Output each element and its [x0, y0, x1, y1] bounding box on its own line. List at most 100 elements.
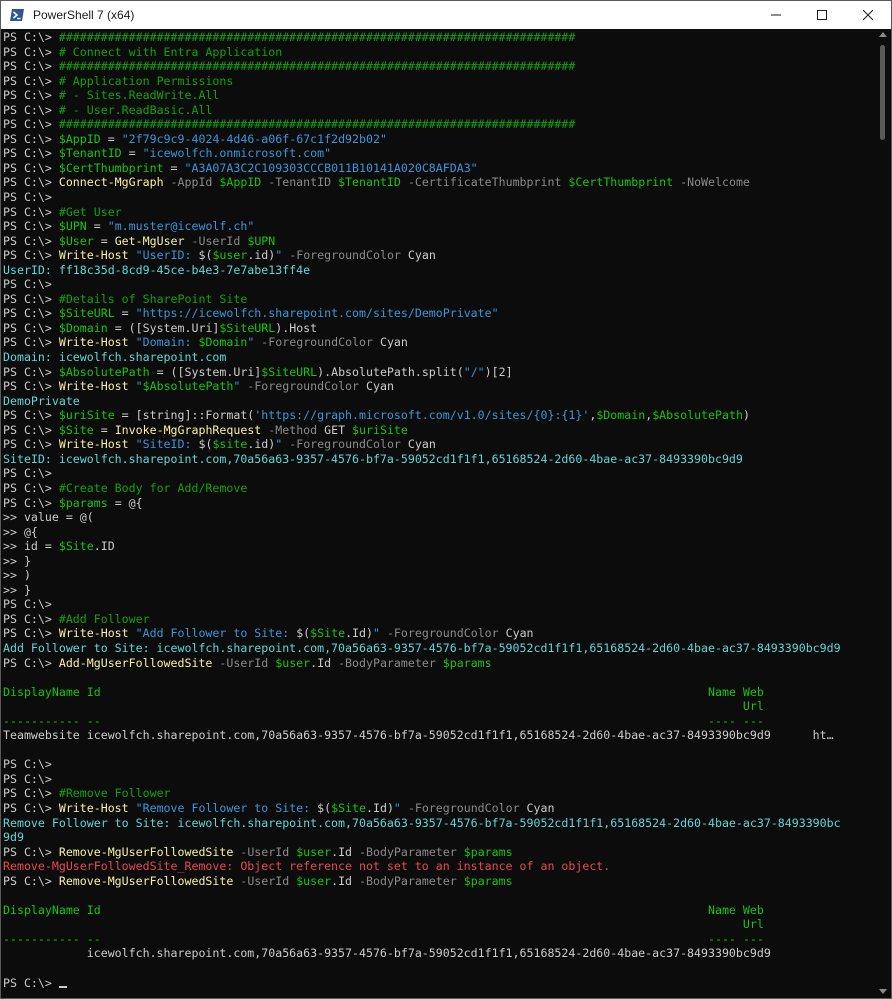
terminal-output[interactable]: PS C:\> ################################…: [1, 30, 876, 998]
terminal-line: 9d9: [3, 830, 876, 845]
terminal-token: #Add Follower: [58, 611, 150, 626]
terminal-token: PS C:\>: [3, 160, 59, 175]
terminal-token: PS C:\>: [3, 975, 59, 990]
terminal-line: DemoPrivate: [3, 394, 876, 409]
terminal-token: -CertificateThumbprint: [400, 175, 569, 190]
terminal-token: Connect-MgGraph: [58, 175, 164, 190]
terminal-token: $user: [296, 873, 332, 888]
terminal-token: PS C:\>: [3, 204, 59, 219]
terminal-token: PS C:\>: [3, 626, 59, 641]
terminal-line: PS C:\> # Application Permissions: [3, 74, 876, 89]
terminal-token: DisplayName Id Name Web: [3, 684, 764, 699]
terminal-token: $AbsolutePath: [58, 364, 150, 379]
terminal-token: Cyan: [526, 800, 555, 815]
terminal-token: =: [114, 306, 136, 321]
vertical-scrollbar[interactable]: [876, 30, 889, 998]
terminal-token: PS C:\>: [3, 786, 59, 801]
terminal-token: =: [93, 422, 115, 437]
terminal-token: PS C:\>: [3, 800, 59, 815]
scroll-up-arrow-icon[interactable]: [879, 32, 887, 37]
terminal-line: PS C:\> Write-Host "Add Follower to Site…: [3, 626, 876, 641]
terminal-token: # - Sites.ReadWrite.All: [58, 88, 220, 103]
terminal-token: PS C:\>: [3, 771, 52, 786]
terminal-token: .Id: [331, 844, 353, 859]
terminal-token: $params: [463, 844, 513, 859]
terminal-token: Write-Host: [58, 626, 129, 641]
terminal-token: ": [128, 379, 143, 394]
terminal-token: PS C:\>: [3, 437, 59, 452]
terminal-token: PS C:\>: [3, 408, 59, 423]
terminal-token: Write-Host: [58, 248, 129, 263]
terminal-token: .Id): [366, 800, 394, 815]
terminal-token: $User: [58, 233, 94, 248]
terminal-token: Cyan: [379, 335, 408, 350]
terminal-token: PS C:\>: [3, 248, 59, 263]
terminal-line: PS C:\> Write-Host "Domain: $Domain" -Fo…: [3, 335, 876, 350]
terminal-line: PS C:\>: [3, 190, 876, 205]
terminal-token: $user: [275, 655, 311, 670]
close-button[interactable]: [845, 1, 891, 29]
terminal-token: $UPN: [247, 233, 276, 248]
terminal-line: PS C:\> Write-Host "UserID: $($user.id)"…: [3, 248, 876, 263]
title-bar[interactable]: PowerShell 7 (x64): [1, 1, 891, 29]
terminal-token: $CertThumbprint: [58, 160, 164, 175]
terminal-line: Url: [3, 917, 876, 932]
terminal-token: PS C:\>: [3, 873, 59, 888]
terminal-line: PS C:\> $Domain = ([System.Uri]$SiteURL)…: [3, 321, 876, 336]
terminal-token: GET: [324, 422, 353, 437]
terminal-token: )[2]: [484, 364, 513, 379]
terminal-token: = [string]::Format(: [114, 408, 255, 423]
terminal-line: >> value = @(: [3, 510, 876, 525]
terminal-token: PS C:\>: [3, 335, 59, 350]
terminal-token: ----------- -- ---- ---: [3, 713, 764, 728]
terminal-token: $Site: [58, 422, 94, 437]
terminal-token: $UPN: [58, 219, 87, 234]
terminal-token: Invoke-MgGraphRequest: [114, 422, 262, 437]
terminal-token: ########################################…: [58, 117, 576, 132]
terminal-token: $Site: [58, 539, 94, 554]
terminal-line: >> id = $Site.ID: [3, 539, 876, 554]
scroll-down-arrow-icon[interactable]: [879, 989, 887, 994]
terminal-token: $(: [198, 437, 213, 452]
terminal-token: -ForegroundColor: [379, 626, 506, 641]
terminal-token: Add Follower to Site: icewolfch.sharepoi…: [3, 640, 841, 655]
terminal-token: icewolfch.sharepoint.com,70a56a63-9357-4…: [3, 946, 771, 961]
terminal-token: $params: [442, 655, 492, 670]
terminal-token: PS C:\>: [3, 219, 59, 234]
terminal-token: -UserId: [212, 655, 276, 670]
terminal-token: $Domain: [198, 335, 248, 350]
terminal-line: PS C:\> Add-MgUserFollowedSite -UserId $…: [3, 656, 876, 671]
terminal-token: "UserID:: [128, 248, 199, 263]
powershell-window: PowerShell 7 (x64) PS C:\> #############…: [0, 0, 892, 999]
terminal-line: UserID: ff18c35d-8cd9-45ce-b4e3-7e7abe13…: [3, 263, 876, 278]
terminal-token: $params: [463, 873, 513, 888]
terminal-token: Write-Host: [58, 437, 129, 452]
terminal-token: PS C:\>: [3, 59, 59, 74]
terminal-line: Domain: icewolfch.sharepoint.com: [3, 350, 876, 365]
window-title: PowerShell 7 (x64): [33, 8, 135, 22]
terminal-line: Add Follower to Site: icewolfch.sharepoi…: [3, 641, 876, 656]
terminal-line: >> }: [3, 554, 876, 569]
terminal-token: PS C:\>: [3, 30, 59, 44]
terminal-line: PS C:\> $AppID = "2f79c9c9-4024-4d46-a06…: [3, 132, 876, 147]
terminal-token: Cyan: [407, 248, 436, 263]
minimize-button[interactable]: [753, 1, 799, 29]
terminal-line: PS C:\>: [3, 597, 876, 612]
terminal-token: "https://icewolfch.sharepoint.com/sites/…: [135, 306, 499, 321]
terminal-line: PS C:\> Write-Host "$AbsolutePath" -Fore…: [3, 379, 876, 394]
terminal-token: .id): [247, 248, 276, 263]
scrollbar-thumb[interactable]: [880, 45, 885, 140]
terminal-line: PS C:\>: [3, 772, 876, 787]
terminal-line: SiteID: icewolfch.sharepoint.com,70a56a6…: [3, 452, 876, 467]
terminal-token: ########################################…: [58, 59, 576, 74]
terminal-token: $(: [317, 800, 332, 815]
terminal-line: PS C:\>: [3, 277, 876, 292]
terminal-line: Url: [3, 699, 876, 714]
maximize-button[interactable]: [799, 1, 845, 29]
terminal-token: $user: [296, 844, 332, 859]
terminal-token: >> @{: [3, 524, 38, 539]
terminal-token: -TenantID: [261, 175, 339, 190]
terminal-line: PS C:\> $params = @{: [3, 496, 876, 511]
terminal-token: .Id): [345, 626, 373, 641]
terminal-token: -ForegroundColor: [400, 800, 527, 815]
